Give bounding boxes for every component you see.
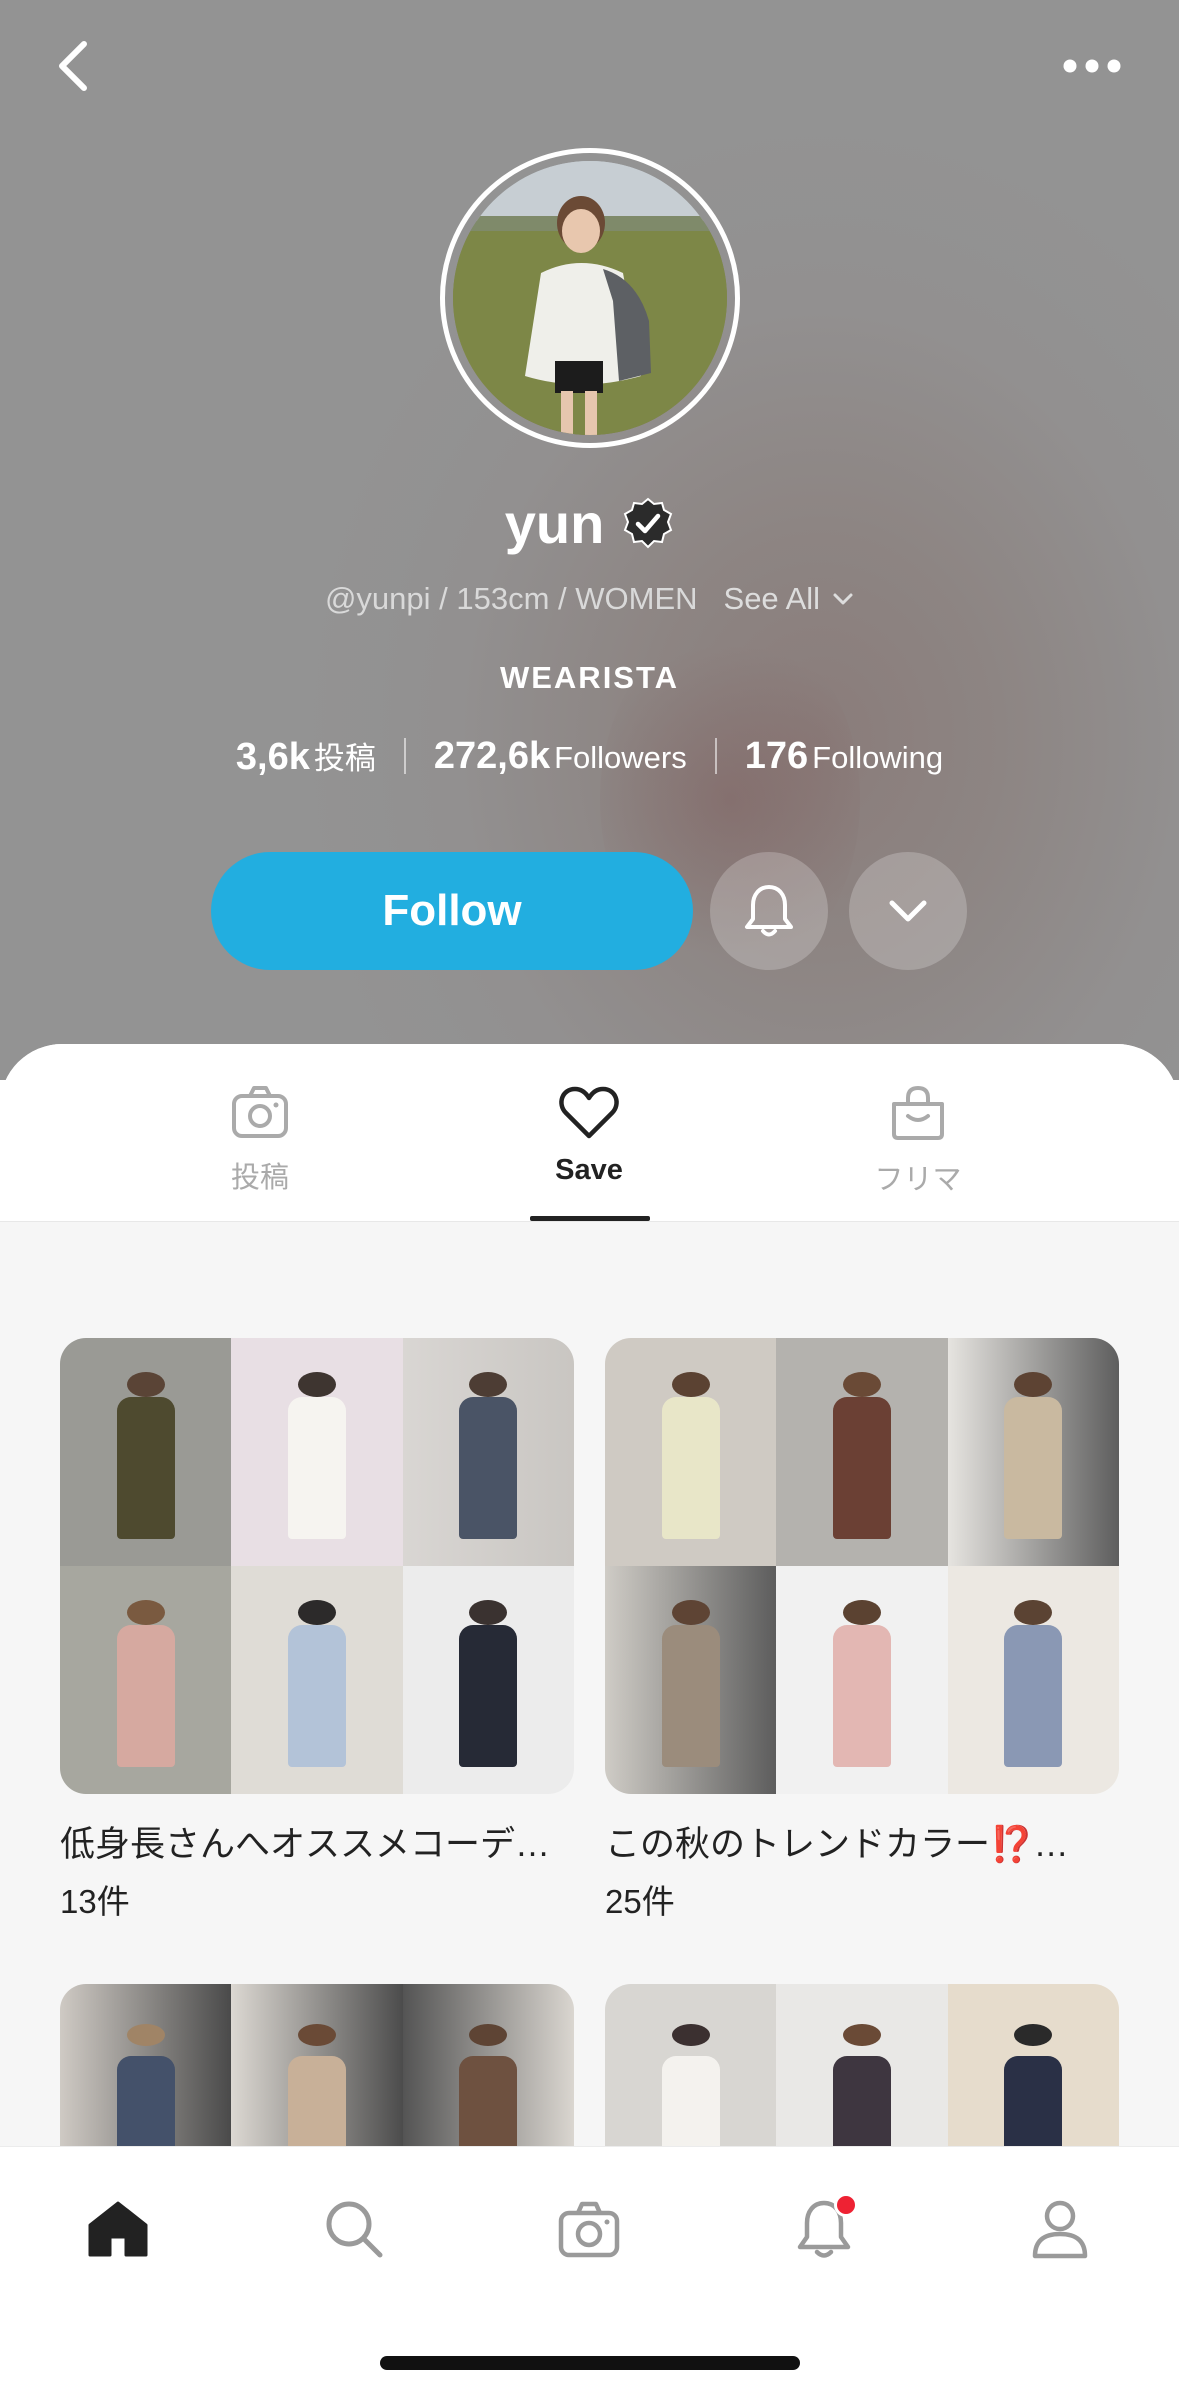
collection-count: 25件 [605, 1883, 675, 1920]
outfit-photo [776, 1566, 948, 1794]
profile-name: yun [504, 491, 605, 555]
chevron-down-icon [833, 593, 853, 605]
tab-save-label: Save [555, 1154, 623, 1186]
outfit-photo [231, 1338, 403, 1566]
shopping-bag-icon [892, 1085, 944, 1140]
outfit-photo [60, 1338, 232, 1566]
tab-save[interactable]: Save [489, 1084, 689, 1218]
posts-label: 投稿 [313, 741, 376, 776]
back-button[interactable] [48, 32, 108, 100]
posts-stat[interactable]: 3,6k 投稿 [236, 733, 376, 779]
bell-icon [745, 885, 793, 937]
see-all-label: See All [723, 581, 821, 616]
followers-stat[interactable]: 272,6k Followers [434, 735, 687, 778]
following-label: Following [812, 739, 944, 775]
profile-header: yun @yunpi / 153cm / WOMEN See All WEARI… [0, 0, 1179, 1080]
more-button[interactable] [1060, 52, 1124, 80]
chevron-down-icon [889, 900, 927, 922]
avatar-photo [453, 161, 727, 435]
chevron-left-icon [59, 41, 87, 91]
collection-title: この秋のトレンドカラー⁉️… [605, 1825, 1069, 1864]
search-icon [326, 2201, 383, 2258]
active-tab-indicator [530, 1216, 650, 1221]
see-all-button[interactable]: See All [724, 581, 855, 617]
posts-count: 3,6k [235, 736, 310, 778]
camera-icon [232, 1086, 288, 1138]
profile-subtitle: @yunpi / 153cm / WOMEN [324, 581, 698, 616]
camera-icon [558, 2201, 620, 2258]
outfit-photo [605, 1566, 777, 1794]
tab-marketplace-label: フリマ [874, 1164, 962, 1196]
notify-button[interactable] [710, 852, 828, 970]
outfit-photo [605, 1338, 777, 1566]
profile-tabs: 投稿 Save フリマ [0, 1044, 1179, 1222]
verified-badge-icon [624, 497, 673, 549]
following-count: 176 [744, 734, 809, 777]
following-stat[interactable]: 176 Following [745, 735, 943, 778]
outfit-photo [402, 1338, 574, 1566]
tab-marketplace[interactable]: フリマ [818, 1084, 1018, 1218]
notification-badge [834, 2193, 858, 2217]
collection-count: 13件 [60, 1883, 130, 1920]
followers-label: Followers [554, 739, 687, 775]
profile-subtitle-row: @yunpi / 153cm / WOMEN See All [0, 576, 1179, 622]
nav-notifications[interactable] [786, 2191, 862, 2267]
avatar-ring [440, 148, 740, 448]
outfit-photo [947, 1566, 1119, 1794]
profile-role: WEARISTA [499, 660, 680, 695]
home-indicator[interactable] [380, 2356, 800, 2370]
outfit-photo [947, 1338, 1119, 1566]
profile-icon [1032, 2200, 1088, 2259]
collection-title: 低身長さんへオススメコーデ… [60, 1825, 551, 1864]
nav-search[interactable] [316, 2191, 392, 2267]
avatar[interactable] [453, 161, 727, 435]
outfit-photo [776, 1338, 948, 1566]
collection-thumbnail [60, 1338, 574, 1794]
stat-divider [403, 738, 406, 774]
outfit-photo [231, 1566, 403, 1794]
collection-card[interactable]: この秋のトレンドカラー⁉️… 25件 [605, 1338, 1119, 1923]
name-row: yun [0, 488, 1179, 558]
nav-home[interactable] [80, 2191, 156, 2267]
follow-button[interactable]: Follow [211, 852, 693, 970]
outfit-photo [60, 1566, 232, 1794]
more-options-button[interactable] [849, 852, 967, 970]
followers-count: 272,6k [433, 734, 551, 777]
stats-row: 3,6k 投稿 272,6k Followers 176 Following [0, 730, 1179, 782]
more-horizontal-icon [1063, 59, 1121, 73]
outfit-photo [402, 1566, 574, 1794]
collection-card[interactable]: 低身長さんへオススメコーデ… 13件 [60, 1338, 574, 1923]
stat-divider [714, 738, 717, 774]
home-icon [88, 2201, 148, 2257]
heart-icon [559, 1086, 619, 1139]
nav-profile[interactable] [1022, 2191, 1098, 2267]
tab-posts[interactable]: 投稿 [160, 1084, 360, 1218]
nav-post[interactable] [551, 2191, 627, 2267]
tab-posts-label: 投稿 [230, 1162, 289, 1194]
collection-thumbnail [605, 1338, 1119, 1794]
